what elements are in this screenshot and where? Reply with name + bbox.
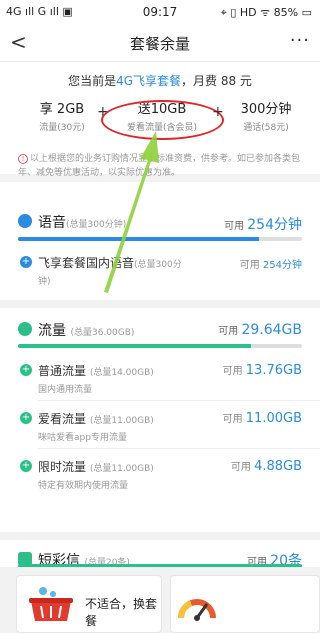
voice-progress-fill <box>18 237 260 241</box>
plan-summary: 您当前是4G飞享套餐，月费 88 元 享 2GB 流量(30元) + 送10GB… <box>0 62 320 178</box>
voice-available-label: 可用 <box>224 221 245 232</box>
data-item-desc: 咪咕爱看app专用流量 <box>38 433 127 443</box>
data-item-available: 可用 11.00GB <box>223 410 302 426</box>
data-item-available-value: 4.88GB <box>254 459 302 474</box>
voice-total: (总量300分钟) <box>66 220 127 230</box>
data-available: 可用 29.64GB <box>218 322 302 338</box>
voice-item-name: 飞享套餐国内语音(总量300分 <box>38 254 182 271</box>
voice-available: 可用 254分钟 <box>224 214 302 234</box>
voice-item-total: (总量300分 <box>134 260 182 270</box>
status-bar: 4G ıll G ıll ▣ 09:17 ⌖ ▯ HD ᯤ 85% ▭ <box>0 0 320 24</box>
data-item-available-label: 可用 <box>230 462 251 473</box>
voice-title: 语音(总量300分钟) <box>38 212 126 232</box>
feature-voice-desc: 通话(58元) <box>243 123 289 133</box>
data-item-name: 爱看流量 (总量11.00GB) <box>38 410 154 427</box>
data-item-available-value: 11.00GB <box>245 411 302 426</box>
data-item-desc: 特定有效期内使用流量 <box>38 481 129 491</box>
data-card: 流量 (总量36.00GB) 可用 29.64GB + 普通流量 (总量14.0… <box>0 308 320 532</box>
data-icon <box>18 322 32 336</box>
data-item-total: (总量11.00GB) <box>89 416 154 426</box>
phone-icon <box>18 214 32 228</box>
data-available-value: 29.64GB <box>241 322 302 338</box>
data-title-text: 流量 <box>38 323 66 339</box>
expand-plus-icon[interactable]: + <box>20 364 32 376</box>
data-item-label: 限时流量 <box>38 460 87 474</box>
plan-fee: ，月费 88 元 <box>181 74 252 88</box>
notice-text: ! 以上根据您的业务订购情况显示标准资费，供参考。如已参加各类包年、减免等优惠活动… <box>18 152 308 180</box>
data-item-available-label: 可用 <box>222 414 243 425</box>
plan-prefix: 您当前是 <box>68 74 117 88</box>
voice-item-available: 可用 254分钟 <box>240 256 302 271</box>
voice-item-available-value: 254分钟 <box>262 260 302 271</box>
voice-item-label: 飞享套餐国内语音 <box>38 256 135 270</box>
expand-plus-icon[interactable]: + <box>20 412 32 424</box>
status-right-icons: ⌖ ▯ HD ᯤ 85% ▭ <box>220 6 312 19</box>
feature-data-desc: 流量(30元) <box>39 123 85 133</box>
plus-sign: + <box>212 104 224 120</box>
page-title: 套餐余量 <box>129 35 190 53</box>
change-plan-label: 不适合，换套餐 <box>85 597 158 628</box>
data-item-name: 普通流量 (总量14.00GB) <box>38 362 154 379</box>
expand-plus-icon[interactable]: + <box>20 256 32 268</box>
data-item-label: 爱看流量 <box>38 412 87 426</box>
speed-card[interactable] <box>170 575 320 633</box>
basket-icon <box>29 587 73 621</box>
voice-title-text: 语音 <box>38 215 66 231</box>
change-plan-card[interactable]: 不适合，换套餐 <box>16 575 162 633</box>
notice-body: 以上根据您的业务订购情况显示标准资费，供参考。如已参加各类包年、减免等优惠活动，… <box>18 154 301 178</box>
highlight-circle <box>101 100 224 140</box>
data-available-label: 可用 <box>218 326 239 337</box>
data-item-available: 可用 4.88GB <box>231 458 302 474</box>
data-total: (总量36.00GB) <box>70 328 135 338</box>
data-item-total: (总量11.00GB) <box>89 464 154 474</box>
voice-available-value: 254分钟 <box>247 217 302 233</box>
data-item-available-label: 可用 <box>222 366 243 377</box>
plan-line: 您当前是4G飞享套餐，月费 88 元 <box>0 72 320 89</box>
promo-area: 不适合，换套餐 <box>0 567 320 633</box>
divider <box>38 400 320 401</box>
data-item-name: 限时流量 (总量11.00GB) <box>38 458 154 475</box>
feature-data-value: 享 2GB <box>39 102 85 117</box>
data-item-available-value: 13.76GB <box>245 363 302 378</box>
divider <box>38 448 320 449</box>
data-item-desc: 国内通用流量 <box>38 385 93 395</box>
data-item-available: 可用 13.76GB <box>223 362 302 378</box>
plan-name-link[interactable]: 4G飞享套餐 <box>116 74 181 88</box>
more-icon[interactable]: ··· <box>290 30 310 51</box>
data-progress-bar <box>18 344 302 348</box>
nav-bar: < 套餐余量 ··· <box>0 24 320 62</box>
voice-progress-bar <box>18 237 302 241</box>
voice-item-available-label: 可用 <box>239 260 260 271</box>
data-item-label: 普通流量 <box>38 364 87 378</box>
voice-item-desc: 钟) <box>38 277 51 287</box>
data-title: 流量 (总量36.00GB) <box>38 320 134 340</box>
data-progress-fill <box>18 344 251 348</box>
expand-plus-icon[interactable]: + <box>20 460 32 472</box>
voice-card: 语音(总量300分钟) 可用 254分钟 + 飞享套餐国内语音(总量300分 钟… <box>0 182 320 300</box>
data-item-total: (总量14.00GB) <box>89 368 154 378</box>
warning-icon: ! <box>18 154 28 164</box>
feature-voice: 300分钟 通话(58元) <box>226 98 306 133</box>
speedometer-icon <box>177 599 216 621</box>
feature-voice-value: 300分钟 <box>240 102 292 117</box>
feature-data: 享 2GB 流量(30元) <box>22 98 102 133</box>
